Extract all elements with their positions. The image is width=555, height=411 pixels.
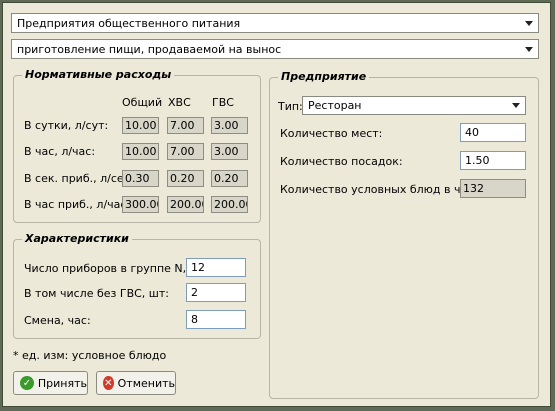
subcategory-combo[interactable]: приготовление пищи, продаваемой на вынос	[11, 39, 539, 59]
seats-label: Количество мест:	[280, 127, 383, 140]
per-sec-device-cold: 0.20	[167, 170, 204, 187]
checkmark-icon: ✓	[20, 376, 34, 390]
footnote: * ед. изм: условное блюдо	[13, 349, 167, 362]
cancel-button[interactable]: ✕ Отменить	[96, 371, 176, 395]
category-combo[interactable]: Предприятия общественного питания	[11, 13, 539, 33]
shift-field[interactable]: 8	[186, 310, 246, 329]
per-day-cold: 7.00	[167, 117, 204, 134]
chevron-down-icon[interactable]	[522, 42, 536, 56]
characteristics-group: Характеристики Число приборов в группе N…	[13, 232, 261, 339]
chevron-down-icon[interactable]	[522, 16, 536, 30]
column-header-cold: ХВС	[168, 96, 191, 109]
per-sec-device-total: 0.30	[122, 170, 159, 187]
accept-button-label: Принять	[37, 376, 87, 390]
enterprise-type-combo[interactable]: Ресторан	[302, 96, 526, 115]
devices-count-label: Число приборов в группе N, шт:	[24, 262, 210, 275]
characteristics-title: Характеристики	[22, 232, 132, 245]
per-hour-cold: 7.00	[167, 143, 204, 160]
subcategory-combo-value: приготовление пищи, продаваемой на вынос	[17, 43, 282, 56]
enterprise-type-value: Ресторан	[308, 99, 362, 112]
per-day-hot: 3.00	[211, 117, 248, 134]
without-hot-field[interactable]: 2	[186, 283, 246, 302]
row-label-per-sec-device: В сек. приб., л/сек:	[24, 172, 134, 185]
per-hour-hot: 3.00	[211, 143, 248, 160]
dialog-window: Предприятия общественного питания пригот…	[2, 2, 551, 407]
dishes-label: Количество условных блюд в час:	[280, 183, 477, 196]
chevron-down-icon[interactable]	[509, 98, 523, 112]
type-label: Тип:	[278, 100, 303, 113]
sittings-field[interactable]: 1.50	[460, 151, 526, 170]
enterprise-title: Предприятие	[278, 70, 370, 83]
dishes-value: 132	[460, 179, 526, 198]
normative-title: Нормативные расходы	[22, 68, 175, 81]
row-label-per-day: В сутки, л/сут:	[24, 119, 109, 132]
cancel-icon: ✕	[103, 376, 114, 390]
row-label-per-hour: В час, л/час:	[24, 145, 96, 158]
per-day-total: 10.00	[122, 117, 159, 134]
without-hot-label: В том числе без ГВС, шт:	[24, 287, 169, 300]
per-sec-device-hot: 0.20	[211, 170, 248, 187]
shift-label: Смена, час:	[24, 314, 91, 327]
per-hour-device-total: 300.00	[122, 196, 159, 213]
per-hour-total: 10.00	[122, 143, 159, 160]
per-hour-device-cold: 200.00	[167, 196, 204, 213]
column-header-hot: ГВС	[212, 96, 234, 109]
normative-group: Нормативные расходы Общий ХВС ГВС В сутк…	[13, 68, 261, 223]
accept-button[interactable]: ✓ Принять	[13, 371, 88, 395]
per-hour-device-hot: 200.00	[211, 196, 248, 213]
enterprise-group: Предприятие Тип: Ресторан Количество мес…	[269, 70, 539, 399]
sittings-label: Количество посадок:	[280, 155, 403, 168]
seats-field[interactable]: 40	[460, 123, 526, 142]
column-header-total: Общий	[122, 96, 163, 109]
category-combo-value: Предприятия общественного питания	[17, 17, 241, 30]
cancel-button-label: Отменить	[117, 376, 175, 390]
devices-count-field[interactable]: 12	[186, 258, 246, 277]
row-label-per-hour-device: В час приб., л/час:	[24, 198, 131, 211]
